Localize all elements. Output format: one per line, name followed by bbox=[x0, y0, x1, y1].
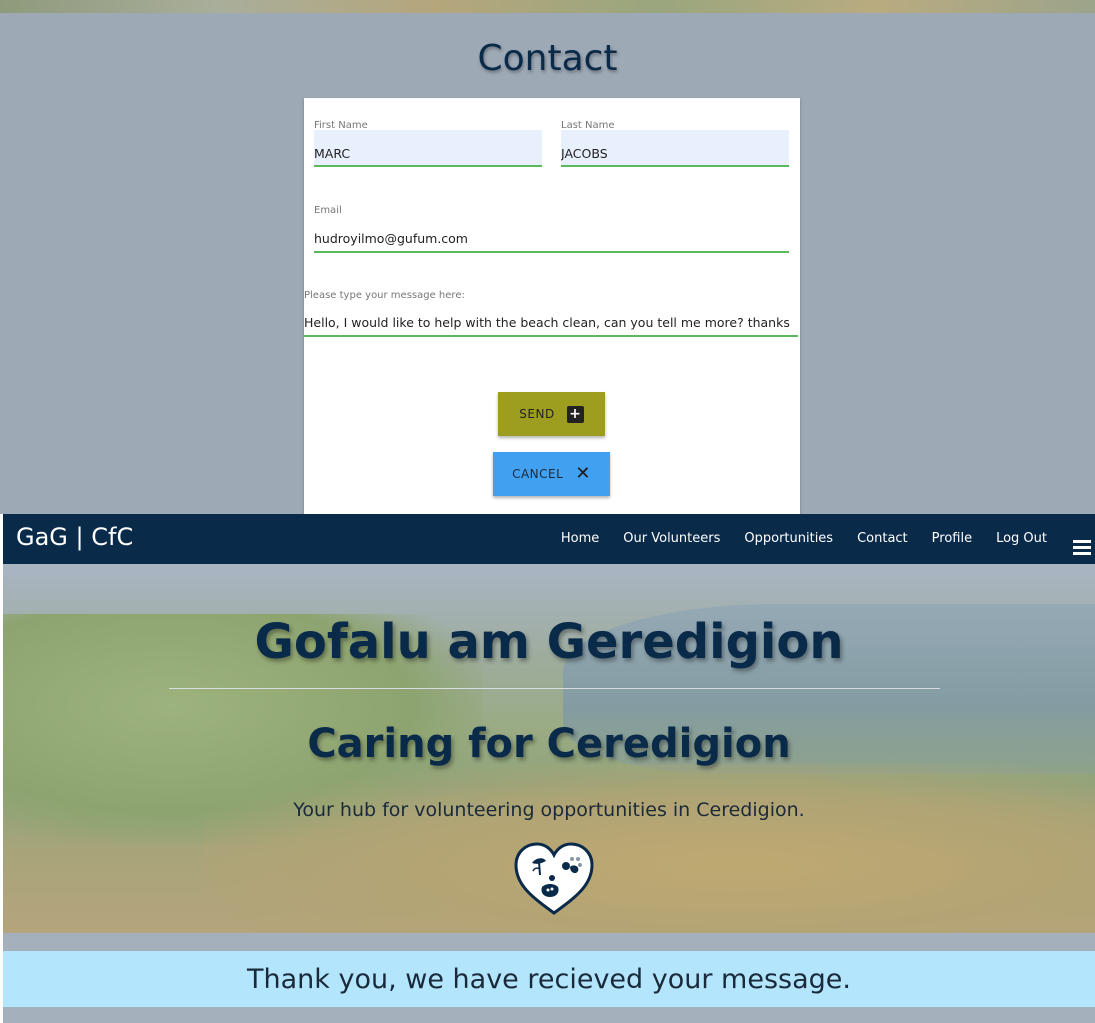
hero-title: Gofalu am Geredigion bbox=[254, 614, 844, 670]
nav-links: Home Our Volunteers Opportunities Contac… bbox=[561, 531, 1047, 546]
close-icon: ✕ bbox=[575, 463, 591, 484]
nav-link-contact[interactable]: Contact bbox=[857, 531, 908, 546]
brand-logo[interactable]: GaG | CfC bbox=[16, 523, 133, 551]
cancel-button-label: CANCEL bbox=[512, 467, 564, 481]
navbar: GaG | CfC Home Our Volunteers Opportunit… bbox=[3, 514, 1095, 564]
hero-gorse-shape bbox=[203, 764, 1095, 933]
hero-divider bbox=[169, 688, 940, 689]
contact-panel: Contact First Name Last Name Email Pleas… bbox=[0, 0, 1095, 514]
last-name-input[interactable] bbox=[561, 130, 789, 167]
hero-tagline: Your hub for volunteering opportunities … bbox=[293, 799, 805, 821]
contact-form: First Name Last Name Email Please type y… bbox=[304, 98, 800, 514]
home-panel: GaG | CfC Home Our Volunteers Opportunit… bbox=[3, 514, 1095, 1023]
heart-logo-icon bbox=[514, 842, 594, 915]
cancel-button[interactable]: CANCEL ✕ bbox=[493, 452, 610, 496]
plus-box-icon: + bbox=[566, 405, 584, 423]
nav-link-opportunities[interactable]: Opportunities bbox=[744, 531, 833, 546]
email-input[interactable] bbox=[314, 219, 789, 253]
page-title: Contact bbox=[477, 38, 618, 79]
hamburger-icon[interactable] bbox=[1073, 540, 1091, 556]
background-image-strip bbox=[0, 0, 1095, 13]
send-button[interactable]: SEND + bbox=[498, 392, 605, 436]
hero-subtitle: Caring for Ceredigion bbox=[307, 721, 791, 767]
message-input[interactable] bbox=[304, 305, 798, 337]
email-label: Email bbox=[314, 205, 342, 216]
first-name-input[interactable] bbox=[314, 130, 542, 167]
nav-link-profile[interactable]: Profile bbox=[932, 531, 972, 546]
nav-link-our-volunteers[interactable]: Our Volunteers bbox=[623, 531, 720, 546]
success-alert: Thank you, we have recieved your message… bbox=[3, 951, 1095, 1007]
nav-link-home[interactable]: Home bbox=[561, 531, 599, 546]
nav-link-log-out[interactable]: Log Out bbox=[996, 531, 1047, 546]
message-label: Please type your message here: bbox=[304, 290, 465, 301]
send-button-label: SEND bbox=[519, 407, 555, 421]
